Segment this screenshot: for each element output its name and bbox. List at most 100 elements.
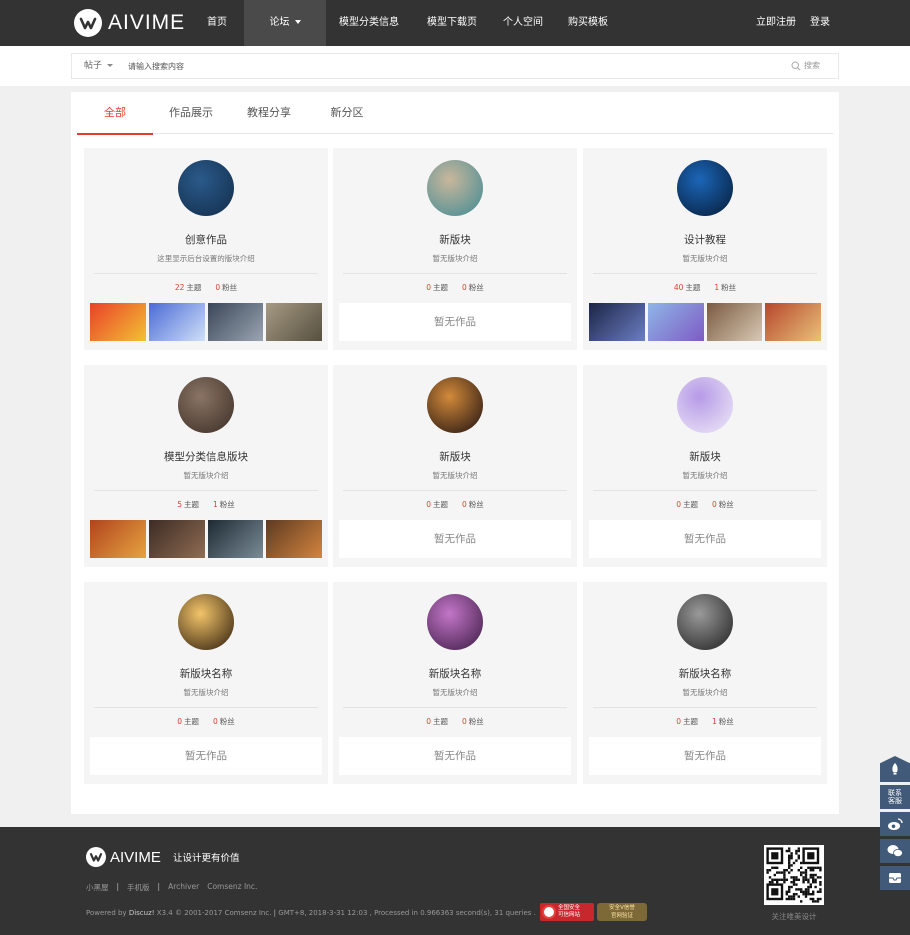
trust-badge[interactable]: 全国安全 可信网站 [540,903,594,921]
nav-item[interactable]: 论坛 [244,0,326,46]
search-type-select[interactable]: 帖子 [84,54,114,78]
register-link[interactable]: 立即注册 [756,0,796,46]
footer-link[interactable]: 手机版 [127,882,150,893]
powered-name[interactable]: Discuz! [129,909,155,917]
thumbnail-strip [90,303,322,341]
category-tab[interactable]: 新分区 [309,92,385,134]
search-input[interactable] [128,58,728,74]
forum-card[interactable]: 新版块名称 暂无版块介绍 0 主题 0 粉丝 暂无作品 [84,582,328,784]
forum-avatar[interactable] [427,377,483,433]
topic-count: 0 [426,283,431,292]
separator: | [157,882,161,891]
forum-description: 暂无版块介绍 [432,254,478,263]
nav-item[interactable]: 模型分类信息 [326,0,412,46]
copyright[interactable]: © 2001-2017 Comsenz Inc. [175,909,271,917]
login-link[interactable]: 登录 [810,0,830,46]
verify-badge[interactable]: 安全V信誉 官网验证 [597,903,647,921]
work-thumbnail[interactable] [148,303,205,341]
forum-card[interactable]: 创意作品 这里显示后台设置的版块介绍 22 主题 0 粉丝 [84,148,328,350]
work-thumbnail[interactable] [706,303,763,341]
forum-title[interactable]: 新版块名称 [333,666,577,681]
work-thumbnail[interactable] [765,303,821,341]
site-footer: AIVIME 让设计更有价值 小黑屋 | 手机版 | Archiver Comsenz I… [0,827,910,935]
forum-description: 暂无版块介绍 [183,471,229,480]
contact-label: 联系客服 [888,789,902,805]
work-thumbnail[interactable] [266,520,322,558]
search-box: 帖子 搜索 [71,53,839,79]
forum-card[interactable]: 新版块名称 暂无版块介绍 0 主题 1 粉丝 暂无作品 [583,582,827,784]
footer-links: 小黑屋 | 手机版 | Archiver Comsenz Inc. [86,882,257,893]
category-tab[interactable]: 全部 [77,92,153,135]
forum-avatar[interactable] [427,160,483,216]
nav-item-label: 购买模板 [568,17,608,28]
footer-link[interactable]: Comsenz Inc. [207,882,257,893]
fan-count: 0 [462,500,467,509]
wechat-icon [887,845,903,857]
forum-avatar[interactable] [677,160,733,216]
forum-title[interactable]: 创意作品 [84,232,328,247]
forum-description: 暂无版块介绍 [682,688,728,697]
fan-label: 粉丝 [468,500,484,509]
forum-title[interactable]: 新版块名称 [583,666,827,681]
seal-icon [542,905,556,919]
fan-label: 粉丝 [468,717,484,726]
forum-title[interactable]: 新版块名称 [84,666,328,681]
forum-avatar[interactable] [677,377,733,433]
footer-link[interactable]: Archiver [168,882,199,893]
work-thumbnail[interactable] [90,520,146,558]
forum-card[interactable]: 新版块 暂无版块介绍 0 主题 0 粉丝 暂无作品 [583,365,827,567]
search-button[interactable]: 搜索 [791,54,820,78]
forum-avatar[interactable] [178,377,234,433]
forum-card[interactable]: 新版块名称 暂无版块介绍 0 主题 0 粉丝 暂无作品 [333,582,577,784]
nav-item-label: 个人空间 [503,17,543,28]
topic-count: 22 [174,283,185,292]
weibo-button[interactable] [880,812,910,836]
work-thumbnail[interactable] [90,303,146,341]
forum-avatar[interactable] [178,160,234,216]
work-thumbnail[interactable] [589,303,645,341]
nav-item[interactable]: 模型下载页 [412,0,492,46]
category-tab[interactable]: 作品展示 [153,92,229,134]
category-tab[interactable]: 教程分享 [229,92,309,134]
forum-avatar[interactable] [178,594,234,650]
message-button[interactable] [880,866,910,890]
forum-card[interactable]: 新版块 暂无版块介绍 0 主题 0 粉丝 暂无作品 [333,365,577,567]
contact-service-button[interactable]: 联系客服 [880,785,910,809]
site-logo[interactable]: AIVIME [74,9,185,37]
forum-card[interactable]: 新版块 暂无版块介绍 0 主题 0 粉丝 暂无作品 [333,148,577,350]
nav-item-label: 论坛 [269,17,290,28]
fan-count: 0 [462,717,467,726]
forum-avatar[interactable] [427,594,483,650]
fan-count: 1 [714,283,720,292]
nav-item[interactable]: 购买模板 [554,0,622,46]
forum-title[interactable]: 新版块 [333,232,577,247]
wechat-button[interactable] [880,839,910,863]
footer-link[interactable]: 小黑屋 [86,882,109,893]
search-button-label: 搜索 [804,61,820,70]
topic-count: 0 [676,717,681,726]
no-works-placeholder: 暂无作品 [589,737,821,775]
main-nav: 首页 论坛 模型分类信息 模型下载页 个人空间 购买模板 [190,0,622,46]
work-thumbnail[interactable] [647,303,704,341]
work-thumbnail[interactable] [148,520,205,558]
forum-card[interactable]: 设计教程 暂无版块介绍 40 主题 1 粉丝 [583,148,827,350]
forum-title[interactable]: 设计教程 [583,232,827,247]
forum-title[interactable]: 新版块 [583,449,827,464]
fan-label: 粉丝 [718,717,734,726]
forum-title[interactable]: 新版块 [333,449,577,464]
fan-count: 1 [213,500,218,509]
forum-card[interactable]: 模型分类信息版块 暂无版块介绍 5 主题 1 粉丝 [84,365,328,567]
back-to-top-button[interactable] [880,756,910,782]
forum-title[interactable]: 模型分类信息版块 [84,449,328,464]
forum-stats: 0 主题 0 粉丝 [583,499,827,510]
nav-item[interactable]: 首页 [190,0,244,46]
nav-item[interactable]: 个人空间 [492,0,554,46]
chevron-down-icon [294,20,301,24]
work-thumbnail[interactable] [207,303,264,341]
work-thumbnail[interactable] [266,303,322,341]
forum-description: 这里显示后台设置的版块介绍 [157,254,255,263]
footer-logo[interactable]: AIVIME [86,847,161,867]
forum-description: 暂无版块介绍 [682,254,728,263]
forum-avatar[interactable] [677,594,733,650]
work-thumbnail[interactable] [207,520,264,558]
